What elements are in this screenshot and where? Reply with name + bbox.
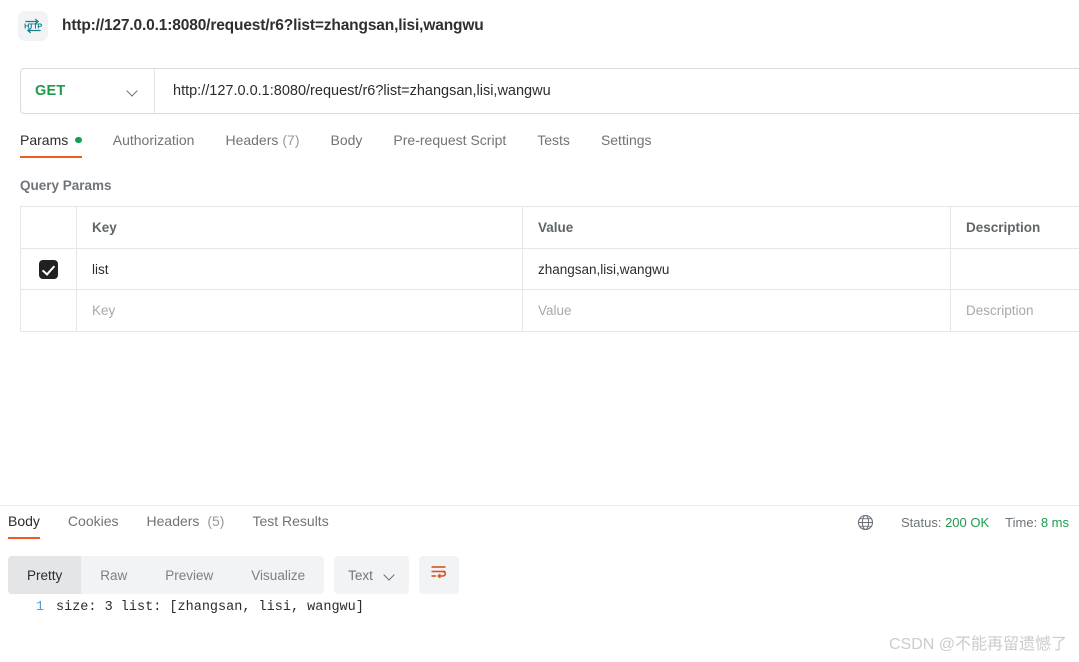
response-tab-headers-label: Headers	[146, 513, 200, 529]
header-cell-checkbox	[21, 207, 77, 248]
tab-pre-request-script-label: Pre-request Script	[393, 132, 507, 148]
view-preview-label: Preview	[165, 567, 214, 583]
query-params-title: Query Params	[20, 178, 112, 193]
row-checkbox-cell	[21, 249, 77, 289]
response-tab-test-results-label: Test Results	[252, 513, 329, 529]
http-method-label: GET	[35, 83, 66, 99]
http-method-selector[interactable]: GET	[21, 69, 155, 113]
response-tab-headers-count: (5)	[207, 513, 225, 529]
word-wrap-button[interactable]	[418, 556, 459, 594]
param-description-input[interactable]	[951, 249, 1079, 289]
query-params-table: Key Value Description list zhangsan,lisi…	[20, 206, 1079, 332]
tab-headers-label: Headers	[225, 132, 279, 148]
line-number: 1	[35, 600, 44, 615]
time-badge[interactable]: Time: 8 ms	[1005, 515, 1069, 530]
request-url-bar: GET http://127.0.0.1:8080/request/r6?lis…	[20, 68, 1079, 114]
tab-headers-count: (7)	[282, 132, 300, 148]
response-type-selector[interactable]: Text	[334, 556, 409, 594]
postman-request-window: HTTP http://127.0.0.1:8080/request/r6?li…	[0, 0, 1079, 662]
param-value-input[interactable]: zhangsan,lisi,wangwu	[523, 249, 951, 289]
view-preview-button[interactable]: Preview	[146, 556, 232, 594]
view-visualize-label: Visualize	[251, 567, 306, 583]
view-visualize-button[interactable]: Visualize	[232, 556, 324, 594]
tab-headers[interactable]: Headers (7)	[225, 132, 299, 158]
tab-body-label: Body	[330, 132, 363, 148]
watermark: CSDN @不能再留遗憾了	[888, 636, 1067, 653]
tab-settings[interactable]: Settings	[601, 132, 652, 158]
empty-param-key-input[interactable]: Key	[77, 290, 523, 331]
header-cell-value: Value	[523, 207, 951, 248]
empty-param-description-input[interactable]: Description	[951, 290, 1079, 331]
header-cell-key: Key	[77, 207, 523, 248]
status-badge[interactable]: Status: 200 OK	[901, 515, 989, 530]
response-divider	[0, 505, 1079, 506]
tab-params[interactable]: Params	[20, 132, 82, 158]
page-title: http://127.0.0.1:8080/request/r6?list=zh…	[62, 17, 484, 34]
request-tabs: Params Authorization Headers (7) Body Pr…	[20, 132, 683, 166]
response-tab-headers[interactable]: Headers (5)	[147, 513, 225, 539]
response-tab-body[interactable]: Body	[8, 513, 40, 539]
response-tab-cookies-label: Cookies	[67, 513, 119, 529]
response-tab-test-results[interactable]: Test Results	[252, 513, 328, 539]
param-enabled-checkbox[interactable]	[39, 259, 58, 279]
empty-row-checkbox-cell	[21, 290, 77, 331]
view-raw-button[interactable]: Raw	[81, 556, 146, 594]
chevron-down-icon	[384, 570, 395, 581]
chevron-down-icon	[127, 86, 138, 97]
response-tab-body-label: Body	[8, 513, 40, 529]
url-input[interactable]: http://127.0.0.1:8080/request/r6?list=zh…	[155, 69, 1079, 113]
status-label: Status:	[900, 515, 942, 530]
tab-tests[interactable]: Tests	[537, 132, 570, 158]
response-body-viewer[interactable]: 1 size: 3 list: [zhangsan, lisi, wangwu]	[0, 600, 1079, 615]
response-type-label: Text	[348, 567, 373, 583]
params-modified-dot	[75, 136, 82, 144]
tab-params-label: Params	[20, 132, 69, 148]
time-value: 8 ms	[1040, 515, 1069, 530]
response-view-segmented-control: Pretty Raw Preview Visualize	[8, 556, 325, 594]
tab-settings-label: Settings	[600, 132, 652, 148]
tab-authorization-label: Authorization	[112, 132, 195, 148]
svg-text:HTTP: HTTP	[24, 21, 42, 30]
tab-tests-label: Tests	[537, 132, 570, 148]
header-cell-description: Description	[966, 220, 1041, 235]
tab-body[interactable]: Body	[331, 132, 363, 158]
table-row: list zhangsan,lisi,wangwu	[21, 249, 1079, 290]
http-icon: HTTP	[18, 11, 48, 41]
response-meta: Status: 200 OK Time: 8 ms	[857, 514, 1069, 531]
tab-authorization[interactable]: Authorization	[113, 132, 195, 158]
view-raw-label: Raw	[100, 567, 128, 583]
view-pretty-label: Pretty	[27, 567, 63, 583]
window-titlebar: HTTP http://127.0.0.1:8080/request/r6?li…	[0, 0, 1079, 52]
response-tabs: Body Cookies Headers (5) Test Results	[8, 513, 357, 539]
param-key-input[interactable]: list	[77, 249, 523, 289]
response-body-line: size: 3 list: [zhangsan, lisi, wangwu]	[56, 600, 364, 615]
response-tab-cookies[interactable]: Cookies	[68, 513, 119, 539]
globe-icon	[857, 514, 874, 531]
status-value: 200 OK	[945, 515, 990, 530]
response-format-toolbar: Pretty Raw Preview Visualize Text	[8, 556, 459, 594]
time-label: Time:	[1005, 515, 1038, 530]
table-header-row: Key Value Description	[21, 207, 1079, 249]
tab-pre-request-script[interactable]: Pre-request Script	[393, 132, 506, 158]
table-row-empty: Key Value Description	[21, 290, 1079, 331]
empty-param-value-input[interactable]: Value	[523, 290, 951, 331]
word-wrap-icon	[429, 563, 448, 587]
view-pretty-button[interactable]: Pretty	[8, 556, 82, 594]
